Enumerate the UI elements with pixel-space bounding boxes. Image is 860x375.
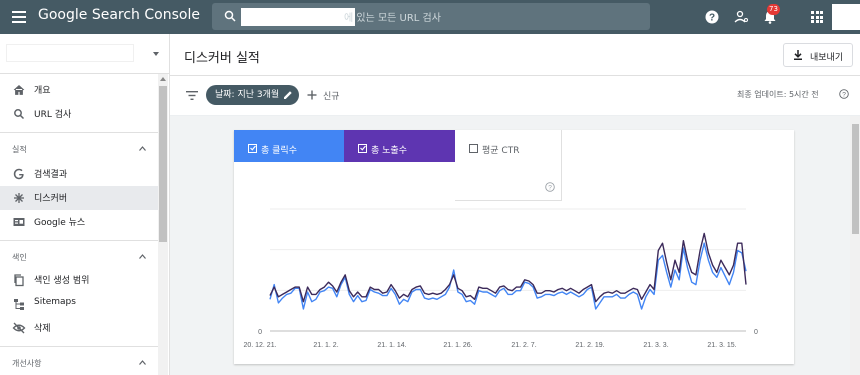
checkbox-checked[interactable] bbox=[358, 144, 367, 153]
sidebar-item-label: 색인 생성 범위 bbox=[34, 276, 90, 286]
search-icon bbox=[224, 10, 236, 22]
export-label: 내보내기 bbox=[810, 53, 844, 63]
google-g-icon bbox=[13, 168, 24, 180]
check-icon bbox=[250, 145, 256, 151]
new-filter-button[interactable]: 신규 bbox=[323, 89, 340, 102]
date-filter-label: 날짜: 지난 3개월 bbox=[215, 90, 280, 100]
sidebar-scroll-thumb[interactable] bbox=[159, 86, 167, 242]
chevron-up-icon[interactable] bbox=[139, 360, 146, 365]
divider bbox=[0, 346, 158, 347]
search-icon bbox=[14, 109, 25, 120]
y-left-tick-label: 0 bbox=[258, 329, 262, 336]
sidebar-item-url-inspection[interactable]: URL 검사 bbox=[0, 102, 158, 126]
sidebar-item-label: 검색결과 bbox=[34, 170, 68, 180]
svg-text:?: ? bbox=[548, 185, 552, 192]
x-tick-label: 21. 2. 19. bbox=[575, 342, 604, 349]
scroll-up-arrow-icon[interactable] bbox=[160, 77, 166, 81]
filter-bar: 날짜: 지난 3개월 신규 최종 업데이트: 5시간 전 ? bbox=[170, 76, 860, 116]
plus-icon[interactable] bbox=[307, 90, 317, 100]
metric-label: 평균 CTR bbox=[482, 146, 520, 156]
help-icon[interactable]: ? bbox=[839, 89, 849, 99]
metric-total-impressions[interactable]: 총 노출수 bbox=[344, 130, 455, 201]
pencil-icon[interactable] bbox=[283, 90, 293, 100]
sidebar-item-discover[interactable]: 디스커버 bbox=[0, 186, 158, 210]
section-header-index[interactable]: 색인 bbox=[12, 252, 27, 263]
page-header: 디스커버 실적 내보내기 bbox=[170, 34, 860, 76]
property-selector[interactable] bbox=[0, 34, 170, 74]
section-header-performance[interactable]: 실적 bbox=[12, 144, 27, 155]
svg-text:?: ? bbox=[842, 92, 846, 99]
help-icon[interactable]: ? bbox=[704, 9, 720, 25]
sidebar-item-overview[interactable]: 개요 bbox=[0, 78, 158, 102]
filter-icon[interactable] bbox=[186, 91, 198, 100]
redacted-property bbox=[241, 8, 355, 26]
x-tick-label: 21. 2. 7. bbox=[511, 342, 536, 349]
x-tick-label: 21. 1. 14. bbox=[377, 342, 406, 349]
metric-label: 총 노출수 bbox=[371, 146, 407, 156]
redacted-metric-value bbox=[344, 162, 455, 201]
home-icon bbox=[13, 84, 25, 95]
svg-text:?: ? bbox=[709, 13, 715, 24]
series-line-0 bbox=[269, 242, 747, 310]
asterisk-icon bbox=[14, 193, 24, 203]
chevron-up-icon[interactable] bbox=[139, 254, 146, 259]
top-app-bar: Google Search Console 에 있는 모든 URL 검사 ? 7… bbox=[0, 0, 860, 34]
news-icon bbox=[13, 218, 25, 226]
notification-badge: 73 bbox=[767, 4, 780, 15]
sidebar-item-label: Sitemaps bbox=[34, 297, 76, 307]
last-updated-text: 최종 업데이트: 5시간 전 bbox=[737, 90, 819, 99]
sidebar: 개요 URL 검사 실적 검색결과 디스커버 Google 뉴스 색인 색인 생… bbox=[0, 34, 170, 375]
export-button[interactable]: 내보내기 bbox=[783, 43, 853, 67]
check-icon bbox=[360, 145, 366, 151]
metric-average-ctr[interactable]: 평균 CTR ? bbox=[455, 130, 562, 201]
account-avatar[interactable] bbox=[832, 4, 860, 30]
sidebar-item-removals[interactable]: 삭제 bbox=[0, 316, 158, 340]
person-settings-icon[interactable] bbox=[733, 9, 749, 25]
sidebar-item-label: Google 뉴스 bbox=[34, 218, 86, 228]
series-line-1 bbox=[269, 232, 747, 303]
sidebar-item-label: URL 검사 bbox=[34, 110, 72, 120]
metric-total-clicks[interactable]: 총 클릭수 bbox=[234, 130, 344, 201]
checkbox-checked[interactable] bbox=[248, 144, 257, 153]
copy-icon bbox=[14, 274, 24, 287]
main-scroll-thumb[interactable] bbox=[852, 124, 859, 234]
sidebar-item-label: 디스커버 bbox=[34, 194, 68, 204]
redacted-metric-value bbox=[234, 162, 344, 201]
sidebar-item-google-news[interactable]: Google 뉴스 bbox=[0, 210, 158, 234]
divider bbox=[0, 132, 158, 133]
x-tick-label: 20. 12. 21. bbox=[243, 342, 276, 349]
search-placeholder: 에 있는 모든 URL 검사 bbox=[344, 13, 441, 24]
chevron-up-icon[interactable] bbox=[139, 146, 146, 151]
sidebar-item-label: 개요 bbox=[34, 86, 51, 96]
performance-chart-card: 총 클릭수 총 노출수 평균 CTR ? 0 0 20. 12. 21. 21. 1.… bbox=[234, 130, 794, 364]
checkbox-unchecked[interactable] bbox=[469, 144, 478, 153]
download-icon bbox=[794, 50, 802, 60]
url-inspect-search[interactable]: 에 있는 모든 URL 검사 bbox=[212, 3, 650, 30]
date-filter-chip[interactable]: 날짜: 지난 3개월 bbox=[206, 85, 300, 105]
app-title[interactable]: Google Search Console bbox=[38, 7, 200, 23]
redacted-property-name bbox=[6, 44, 134, 62]
y-right-tick-label: 0 bbox=[754, 329, 758, 336]
sitemap-icon bbox=[14, 299, 24, 310]
sidebar-item-search-results[interactable]: 검색결과 bbox=[0, 162, 158, 186]
section-header-enhancements[interactable]: 개선사항 bbox=[12, 358, 41, 369]
divider bbox=[0, 240, 158, 241]
x-tick-label: 21. 1. 26. bbox=[443, 342, 472, 349]
help-icon[interactable]: ? bbox=[545, 182, 555, 192]
sidebar-item-coverage[interactable]: 색인 생성 범위 bbox=[0, 268, 158, 292]
x-tick-label: 21. 1. 2. bbox=[313, 342, 338, 349]
chevron-down-icon bbox=[153, 52, 159, 56]
performance-line-chart: 0 0 20. 12. 21. 21. 1. 2. 21. 1. 14. 21. 1. 2… bbox=[243, 208, 758, 349]
sidebar-item-sitemaps[interactable]: Sitemaps bbox=[0, 292, 158, 316]
eye-off-icon bbox=[12, 322, 26, 334]
x-tick-label: 21. 3. 15. bbox=[707, 342, 736, 349]
x-tick-label: 21. 3. 3. bbox=[643, 342, 668, 349]
page-title: 디스커버 실적 bbox=[184, 51, 260, 66]
apps-grid-icon[interactable] bbox=[811, 11, 823, 23]
menu-icon[interactable] bbox=[12, 11, 26, 23]
metric-label: 총 클릭수 bbox=[261, 146, 297, 156]
sidebar-item-label: 삭제 bbox=[34, 324, 51, 334]
